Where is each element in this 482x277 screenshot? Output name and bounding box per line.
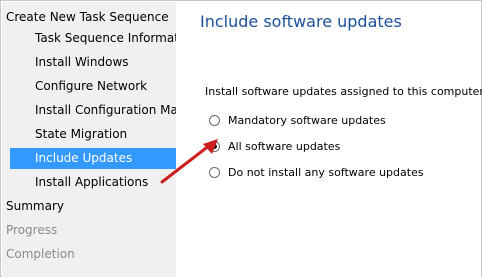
option-no-updates[interactable]: Do not install any software updates — [209, 164, 424, 180]
nav-item-progress: Progress — [6, 223, 58, 237]
option-label: All software updates — [228, 139, 341, 153]
radio-button-all[interactable] — [209, 140, 220, 152]
nav-item-create-new-task-sequence[interactable]: Create New Task Sequence — [2, 7, 176, 28]
nav-item-install-windows[interactable]: Install Windows — [2, 52, 176, 73]
radio-button-mandatory[interactable] — [209, 114, 220, 126]
option-label: Do not install any software updates — [228, 165, 424, 179]
nav-item-state-migration[interactable]: State Migration — [2, 124, 176, 145]
page-title: Include software updates — [200, 12, 402, 31]
nav-item-summary[interactable]: Summary — [2, 196, 176, 217]
nav-item-include-updates[interactable]: Include Updates — [10, 148, 176, 169]
instruction-text: Install software updates assigned to thi… — [205, 85, 482, 98]
nav-item-install-applications[interactable]: Install Applications — [2, 172, 176, 193]
option-all-updates[interactable]: All software updates — [209, 138, 340, 154]
nav-item-install-configuration-manager[interactable]: Install Configuration Manager — [2, 100, 176, 121]
wizard-nav-pane: Create New Task Sequence Task Sequence I… — [2, 2, 176, 277]
option-label: Mandatory software updates — [228, 113, 386, 127]
nav-item-completion: Completion — [6, 247, 75, 261]
nav-item-task-sequence-information[interactable]: Task Sequence Information — [2, 28, 176, 49]
wizard-content-pane: Include software updates Install softwar… — [176, 2, 482, 277]
wizard-window: Create New Task Sequence Task Sequence I… — [0, 0, 482, 277]
nav-item-configure-network[interactable]: Configure Network — [2, 76, 176, 97]
radio-button-none[interactable] — [209, 166, 220, 178]
option-mandatory-updates[interactable]: Mandatory software updates — [209, 112, 386, 128]
